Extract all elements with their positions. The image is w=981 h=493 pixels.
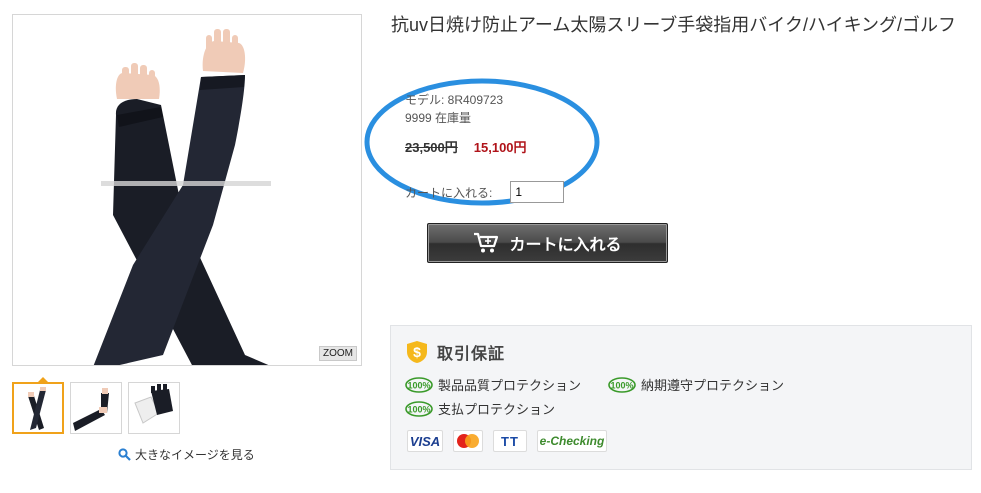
- thumbnail-strip: [12, 382, 180, 434]
- badge-100-icon: 100%: [405, 376, 433, 393]
- view-larger-image-label: 大きなイメージを見る: [135, 448, 255, 462]
- badge-100-text: 100%: [407, 380, 430, 390]
- guarantee-title: 取引保証: [437, 346, 506, 363]
- guarantee-item-delivery: 100% 納期遵守プロテクション: [608, 375, 784, 394]
- guarantee-item-label: 製品品質プロテクション: [438, 378, 582, 393]
- badge-100-text: 100%: [610, 380, 633, 390]
- original-price: 23,500円: [405, 140, 458, 155]
- cart-icon: [474, 232, 499, 253]
- product-info: モデル: 8R409723 9999 在庫量: [405, 91, 503, 127]
- e-checking-logo: e-Checking: [537, 430, 607, 452]
- main-product-image[interactable]: ZOOM: [12, 14, 362, 366]
- add-to-cart-label: カートに入れる: [509, 237, 622, 254]
- guarantee-header: $ 取引保証: [405, 340, 505, 364]
- view-larger-image-link[interactable]: 大きなイメージを見る: [118, 446, 255, 463]
- add-to-cart-button[interactable]: カートに入れる: [427, 223, 668, 263]
- thumbnail-2[interactable]: [70, 382, 122, 434]
- thumbnail-1[interactable]: [12, 382, 64, 434]
- thumbnail-3[interactable]: [128, 382, 180, 434]
- tt-logo: TT: [493, 430, 527, 452]
- badge-100-icon: 100%: [405, 400, 433, 417]
- product-title: 抗uv日焼け防止アーム太陽スリーブ手袋指用バイク/ハイキング/ゴルフ: [391, 15, 957, 35]
- quantity-input[interactable]: [510, 181, 565, 203]
- svg-text:$: $: [413, 344, 421, 360]
- guarantee-item-label: 支払プロテクション: [438, 402, 556, 417]
- blurred-watermark: [101, 179, 271, 187]
- gloves-pair-thumb: [134, 384, 173, 424]
- trade-guarantee-box: $ 取引保証 100% 製品品質プロテクション 100% 納期遵守プロテクション…: [390, 325, 972, 470]
- arm-sleeve-side-thumb: [73, 388, 109, 431]
- badge-100-icon: 100%: [608, 376, 636, 393]
- guarantee-item-label: 納期遵守プロテクション: [641, 378, 785, 393]
- magnifier-icon: [118, 448, 131, 461]
- visa-logo: VISA: [407, 430, 443, 452]
- model-number: モデル: 8R409723: [405, 93, 504, 107]
- arm-sleeves-crossed-thumb: [28, 387, 46, 430]
- guarantee-item-quality: 100% 製品品質プロテクション: [405, 375, 581, 394]
- stock-quantity: 9999 在庫量: [405, 111, 472, 125]
- shield-dollar-icon: $: [407, 341, 427, 363]
- mastercard-logo: [453, 430, 483, 452]
- quantity-row: カートに入れる:: [405, 181, 565, 203]
- zoom-badge[interactable]: ZOOM: [319, 346, 357, 361]
- arm-sleeves-illustration: [93, 29, 269, 365]
- quantity-label: カートに入れる:: [405, 185, 493, 200]
- price-row: 23,500円 15,100円: [405, 137, 527, 156]
- sale-price: 15,100円: [473, 140, 527, 155]
- guarantee-item-payment: 100% 支払プロテクション: [405, 399, 555, 418]
- payment-methods: VISA TT e-Checking: [407, 430, 607, 452]
- badge-100-text: 100%: [407, 404, 430, 414]
